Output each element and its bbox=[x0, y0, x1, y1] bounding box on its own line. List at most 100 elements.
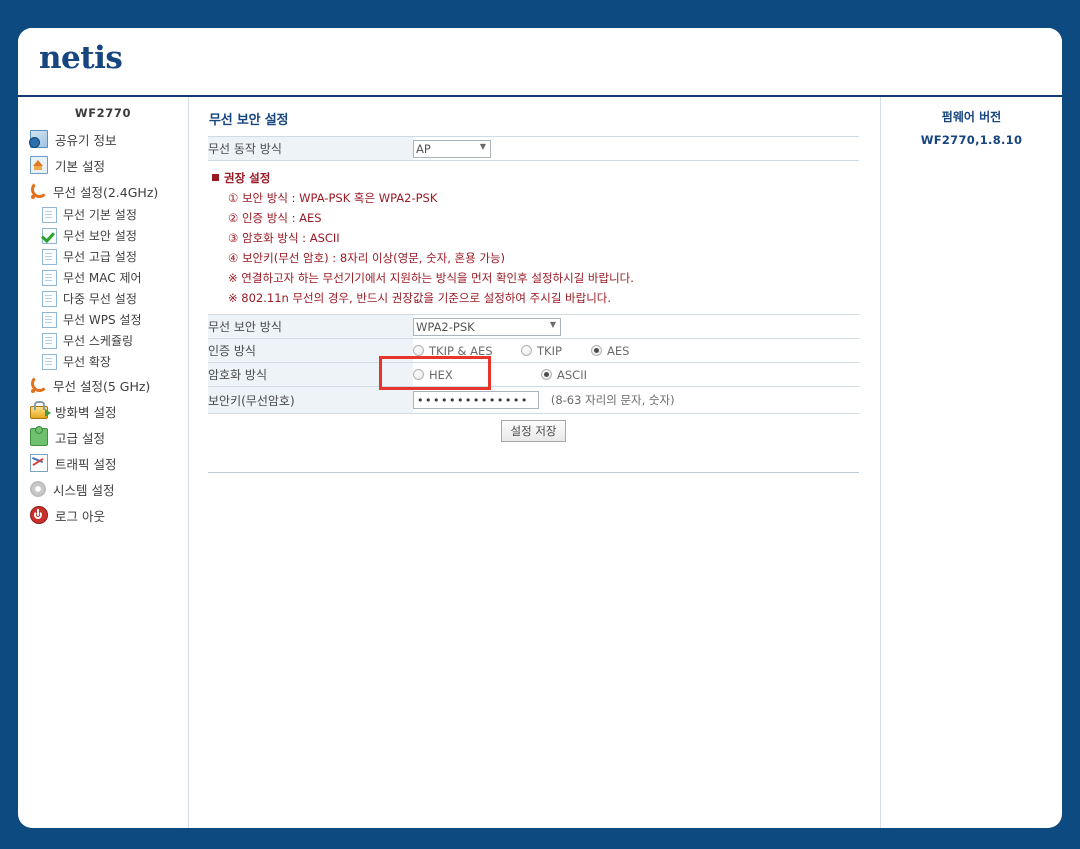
sidebar-item-label: 시스템 설정 bbox=[53, 482, 115, 498]
key-label: 보안키(무선암호) bbox=[208, 386, 413, 414]
sidebar-model-name: WF2770 bbox=[74, 106, 132, 120]
page-icon bbox=[42, 248, 57, 265]
sidebar-item-6[interactable]: 무선 MAC 제어 bbox=[18, 267, 188, 288]
recommend-line-1: ② 인증 방식 : AES bbox=[228, 211, 322, 225]
security-mode-label: 무선 보안 방식 bbox=[208, 314, 413, 339]
wifi-icon bbox=[30, 183, 46, 199]
sidebar-item-7[interactable]: 다중 무선 설정 bbox=[18, 288, 188, 309]
sidebar-item-label: 다중 무선 설정 bbox=[63, 292, 137, 306]
sidebar-item-4[interactable]: 무선 보안 설정 bbox=[18, 225, 188, 246]
sidebar-item-1[interactable]: 기본 설정 bbox=[18, 152, 188, 178]
radio-option-aes[interactable]: AES bbox=[591, 344, 651, 358]
sidebar-item-15[interactable]: 시스템 설정 bbox=[18, 476, 188, 502]
table-row-key: 보안키(무선암호) (8-63 자리의 문자, 숫자) bbox=[208, 386, 859, 414]
auth-value-cell: TKIP & AES TKIP AES bbox=[413, 338, 859, 363]
mode-select-wrap[interactable]: AP bbox=[413, 139, 491, 158]
radio-button-icon[interactable] bbox=[521, 345, 532, 356]
sidebar-item-label: 고급 설정 bbox=[55, 430, 105, 446]
page-body: WF2770 공유기 정보 기본 설정 무선 설정(2.4GHz) 무선 기본 설정 무… bbox=[18, 97, 1062, 828]
sidebar-item-9[interactable]: 무선 스케쥴링 bbox=[18, 330, 188, 351]
sidebar-menu: 공유기 정보기본 설정무선 설정(2.4GHz) 무선 기본 설정무선 보안 설정… bbox=[18, 126, 188, 528]
radio-button-icon[interactable] bbox=[413, 345, 424, 356]
sidebar-item-label: 무선 기본 설정 bbox=[63, 208, 137, 222]
firmware-version-value: WF2770,1.8.10 bbox=[920, 133, 1023, 147]
page-icon bbox=[42, 290, 57, 307]
recommend-line-0: ① 보안 방식 : WPA-PSK 혹은 WPA2-PSK bbox=[228, 191, 438, 205]
check-icon bbox=[42, 227, 57, 244]
page-title: 무선 보안 설정 bbox=[209, 113, 289, 128]
sidebar-item-label: 무선 스케쥴링 bbox=[63, 334, 134, 348]
sidebar-item-label: 무선 고급 설정 bbox=[63, 250, 137, 264]
encrypt-value-cell: HEX ASCII bbox=[413, 362, 859, 387]
main-content: 무선 보안 설정 무선 동작 방식 AP 권장 설정 ① 보안 방식 : WPA… bbox=[189, 97, 881, 828]
sidebar-item-13[interactable]: 고급 설정 bbox=[18, 424, 188, 450]
security-mode-select[interactable]: WPA2-PSK bbox=[413, 317, 561, 336]
lock-icon bbox=[30, 401, 51, 419]
radio-option-tkip[interactable]: TKIP bbox=[521, 344, 591, 358]
home-icon bbox=[30, 156, 48, 174]
chart-icon bbox=[30, 454, 48, 472]
puzzle-icon bbox=[30, 426, 48, 446]
save-button[interactable]: 설정 저장 bbox=[500, 420, 567, 442]
wifi-icon bbox=[30, 377, 46, 393]
sidebar-item-label: 방화벽 설정 bbox=[55, 404, 117, 420]
radio-button-icon[interactable] bbox=[413, 369, 424, 380]
sidebar-item-16[interactable]: 로그 아웃 bbox=[18, 502, 188, 528]
sidebar-item-label: 로그 아웃 bbox=[55, 508, 105, 524]
sidebar-item-label: 무선 설정(5 GHz) bbox=[53, 378, 151, 394]
security-key-input[interactable] bbox=[413, 391, 539, 409]
key-hint: (8-63 자리의 문자, 숫자) bbox=[550, 392, 675, 407]
sidebar-item-0[interactable]: 공유기 정보 bbox=[18, 126, 188, 152]
mode-table: 무선 동작 방식 AP bbox=[208, 136, 859, 161]
recommend-heading: 권장 설정 bbox=[212, 168, 859, 188]
recommend-line-2: ③ 암호화 방식 : ASCII bbox=[228, 231, 340, 245]
power-icon bbox=[30, 506, 48, 524]
sidebar-item-label: 무선 확장 bbox=[63, 355, 111, 369]
content-divider bbox=[208, 472, 859, 473]
bullet-square-icon bbox=[212, 174, 219, 181]
encrypt-label: 암호화 방식 bbox=[208, 362, 413, 387]
sidebar-item-2[interactable]: 무선 설정(2.4GHz) bbox=[18, 178, 188, 204]
sidebar-item-11[interactable]: 무선 설정(5 GHz) bbox=[18, 372, 188, 398]
radio-option-ascii[interactable]: ASCII bbox=[541, 368, 611, 382]
router-info-icon bbox=[29, 130, 48, 148]
sidebar-item-8[interactable]: 무선 WPS 설정 bbox=[18, 309, 188, 330]
sidebar-item-label: 무선 보안 설정 bbox=[63, 229, 137, 243]
key-value-cell: (8-63 자리의 문자, 숫자) bbox=[413, 386, 859, 414]
router-admin-window: netis WF2770 공유기 정보 기본 설정 무선 설정(2.4GHz) 무선 … bbox=[18, 28, 1062, 828]
encrypt-radio-group: HEX ASCII bbox=[413, 368, 859, 382]
table-row-encrypt: 암호화 방식 HEX ASCII bbox=[208, 362, 859, 387]
sidebar-item-3[interactable]: 무선 기본 설정 bbox=[18, 204, 188, 225]
radio-option-label: AES bbox=[607, 343, 630, 358]
sidebar-item-label: 무선 MAC 제어 bbox=[63, 271, 142, 285]
sidebar-item-label: 트래픽 설정 bbox=[55, 456, 117, 472]
wireless-mode-select[interactable]: AP bbox=[413, 139, 491, 158]
sidebar-item-10[interactable]: 무선 확장 bbox=[18, 351, 188, 372]
recommend-line-4: ※ 연결하고자 하는 무선기기에서 지원하는 방식을 먼저 확인후 설정하시길 … bbox=[228, 271, 634, 285]
radio-option-hex[interactable]: HEX bbox=[413, 368, 541, 382]
security-mode-select-wrap[interactable]: WPA2-PSK bbox=[413, 317, 561, 336]
sidebar-item-5[interactable]: 무선 고급 설정 bbox=[18, 246, 188, 267]
auth-label: 인증 방식 bbox=[208, 338, 413, 363]
page-icon bbox=[42, 206, 57, 223]
table-row-security-mode: 무선 보안 방식 WPA2-PSK bbox=[208, 314, 859, 339]
sidebar-item-label: 기본 설정 bbox=[55, 158, 105, 174]
sidebar-item-12[interactable]: 방화벽 설정 bbox=[18, 398, 188, 424]
radio-button-icon[interactable] bbox=[591, 345, 602, 356]
radio-button-icon[interactable] bbox=[541, 369, 552, 380]
security-table: 무선 보안 방식 WPA2-PSK 인증 방식 TKIP & AES TKIP AE… bbox=[208, 314, 859, 414]
recommend-line-5: ※ 802.11n 무선의 경우, 반드시 권장값을 기준으로 설정하여 주시길… bbox=[228, 291, 612, 305]
recommended-settings-block: 권장 설정 ① 보안 방식 : WPA-PSK 혹은 WPA2-PSK ② 인증 … bbox=[208, 161, 859, 314]
firmware-panel: 펌웨어 버전 WF2770,1.8.10 bbox=[881, 97, 1062, 828]
page-icon bbox=[42, 332, 57, 349]
sidebar-item-14[interactable]: 트래픽 설정 bbox=[18, 450, 188, 476]
sidebar: WF2770 공유기 정보기본 설정무선 설정(2.4GHz) 무선 기본 설정무… bbox=[18, 97, 189, 828]
page-icon bbox=[42, 311, 57, 328]
page-icon bbox=[42, 269, 57, 286]
radio-option-label: ASCII bbox=[557, 367, 587, 382]
radio-option-label: TKIP bbox=[537, 343, 562, 358]
recommend-lines: ① 보안 방식 : WPA-PSK 혹은 WPA2-PSK ② 인증 방식 : A… bbox=[212, 188, 859, 308]
radio-option-label: HEX bbox=[429, 367, 453, 382]
recommend-heading-text: 권장 설정 bbox=[224, 171, 271, 185]
radio-option-tkip-aes[interactable]: TKIP & AES bbox=[413, 344, 521, 358]
